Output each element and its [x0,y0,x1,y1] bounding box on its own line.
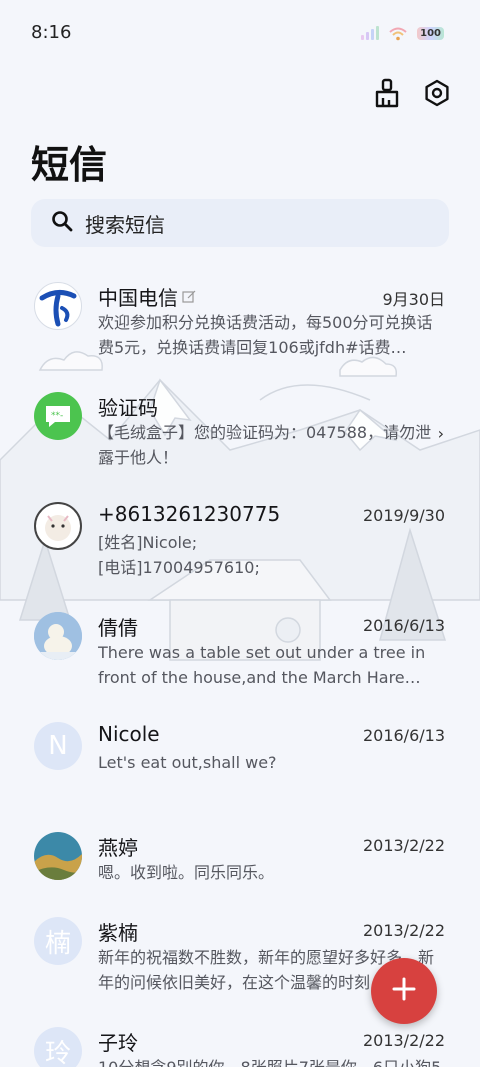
new-message-button[interactable] [371,958,437,1024]
svg-text:**-: **- [51,411,63,421]
conversation-date: 2013/2/22 [362,836,445,855]
conversation-item[interactable]: N Nicole 2016/6/13 Let's eat out,shall w… [0,702,480,812]
conversation-date: 9月30日 [382,290,445,309]
page-title: 短信 [31,143,108,187]
conversation-item[interactable]: +8613261230775 2019/9/30 [姓名]Nicole; [电话… [0,482,480,592]
conversation-preview: [姓名]Nicole; [电话]17004957610; [98,533,260,577]
header-actions [372,78,452,108]
conversation-name: +8613261230775 [98,502,281,526]
conversation-name: 验证码 [98,396,158,420]
settings-gear-icon[interactable] [422,78,452,108]
conversation-preview: There was a table set out under a tree i… [98,643,426,687]
clean-broom-icon[interactable] [372,78,402,108]
conversation-name: Nicole [98,722,160,746]
search-input[interactable]: 搜索短信 [85,209,165,238]
search-icon [51,210,73,236]
status-bar: 8:16 100 [0,0,480,66]
conversation-item[interactable]: 燕婷 2013/2/22 嗯。收到啦。同乐同乐。 [0,812,480,897]
conversation-preview: 【毛绒盒子】您的验证码为：047588，请勿泄露于他人！ [98,423,432,467]
conversation-name: 倩倩 [98,616,138,640]
conversation-preview: 欢迎参加积分兑换话费活动，每500分可兑换话费5元，兑换话费请回复106或jfd… [98,313,433,357]
wifi-icon [389,26,407,41]
avatar: 玲 [34,1027,82,1067]
conversation-name: 紫楠 [98,921,138,945]
avatar: 楠 [34,917,82,965]
status-time: 8:16 [31,22,72,43]
avatar: N [34,722,82,770]
conversation-date: 2019/9/30 [362,506,445,525]
conversation-date: 2016/6/13 [362,726,445,745]
conversation-preview: 10分想念9别的你，8张照片7张是你，6只小狗5只像你，4根骨头3根归你，2瓜着… [98,1055,444,1067]
conversation-preview: Let's eat out,shall we? [98,753,277,772]
search-bar[interactable]: 搜索短信 [31,199,449,247]
conversation-preview: 嗯。收到啦。同乐同乐。 [98,863,275,882]
china-telecom-logo [34,282,82,330]
battery-indicator: 100 [417,26,444,40]
plus-icon [391,976,417,1006]
conversation-name: 子玲 [98,1031,138,1055]
conversation-date: 2013/2/22 [362,1031,445,1050]
conversation-name: 中国电信 [98,282,196,311]
polar-bear-photo [34,612,82,660]
conversation-date: 2016/6/13 [362,616,445,635]
conversation-item[interactable]: **- 验证码 › 【毛绒盒子】您的验证码为：047588，请勿泄露于他人！ [0,372,480,482]
conversation-name: 燕婷 [98,836,138,860]
conversation-item[interactable]: 倩倩 2016/6/13 There was a table set out u… [0,592,480,702]
contact-photo [34,502,82,550]
conversation-list: 中国电信 9月30日 欢迎参加积分兑换话费活动，每500分可兑换话费5元，兑换话… [0,262,480,1067]
status-icons: 100 [361,26,444,41]
conversation-date: 2013/2/22 [362,921,445,940]
conversation-item[interactable]: 中国电信 9月30日 欢迎参加积分兑换话费活动，每500分可兑换话费5元，兑换话… [0,262,480,372]
signal-icon [361,26,380,40]
landscape-photo [34,832,82,880]
edit-note-icon [182,285,196,309]
verification-message-icon: **- [34,392,82,440]
